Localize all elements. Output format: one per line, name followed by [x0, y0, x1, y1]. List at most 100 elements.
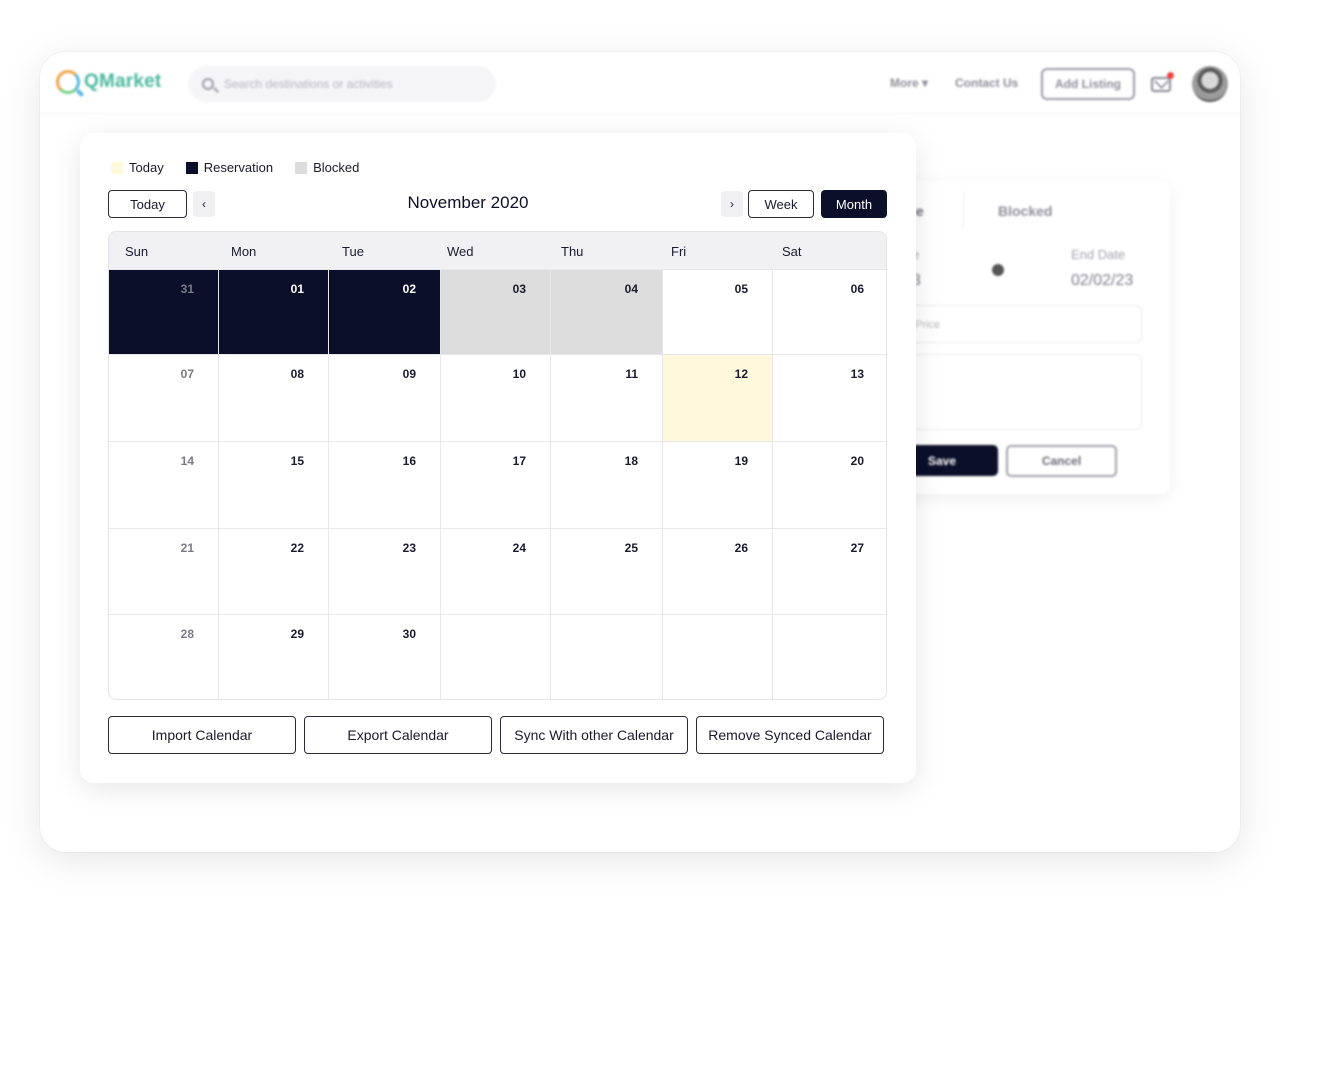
- weekday-mon: Mon: [231, 244, 257, 259]
- end-date-value[interactable]: 02/02/23: [1071, 272, 1133, 290]
- weekday-fri: Fri: [671, 244, 687, 259]
- search-bar[interactable]: Search destinations or activities: [188, 66, 496, 102]
- day-number: 27: [850, 541, 864, 555]
- legend-reservation-label: Reservation: [203, 160, 274, 175]
- today-button[interactable]: Today: [108, 190, 187, 218]
- calendar-day-cell[interactable]: 28: [109, 614, 219, 699]
- day-number: 09: [402, 367, 416, 381]
- calendar-day-cell[interactable]: 14: [109, 441, 219, 528]
- logo[interactable]: QMarket: [56, 70, 161, 94]
- weekday-sun: Sun: [125, 244, 149, 259]
- day-number: 20: [850, 454, 864, 468]
- search-input[interactable]: Search destinations or activities: [224, 77, 393, 91]
- day-number: 06: [850, 282, 864, 296]
- calendar-day-cell[interactable]: 26: [663, 528, 773, 614]
- day-number: 22: [290, 541, 304, 555]
- calendar-day-cell[interactable]: 20: [773, 441, 886, 528]
- search-icon: [202, 78, 214, 90]
- today-swatch: [111, 161, 123, 174]
- calendar-day-cell[interactable]: 01: [219, 269, 329, 354]
- calendar-day-cell[interactable]: 23: [329, 528, 441, 614]
- avatar[interactable]: [1192, 66, 1228, 102]
- save-button[interactable]: Save: [910, 445, 998, 476]
- legend-today-label: Today: [129, 160, 164, 175]
- weekday-thu: Thu: [561, 244, 584, 259]
- mail-icon[interactable]: [1151, 77, 1171, 92]
- next-month-button[interactable]: ›: [721, 191, 743, 217]
- nav-contact-us[interactable]: Contact Us: [955, 76, 1018, 90]
- add-listing-button[interactable]: Add Listing: [1041, 68, 1135, 100]
- month-view-button[interactable]: Month: [821, 190, 887, 218]
- calendar-day-cell[interactable]: 09: [329, 354, 441, 441]
- calendar-day-cell[interactable]: 15: [219, 441, 329, 528]
- calendar-day-cell[interactable]: 12: [663, 354, 773, 441]
- calendar-day-cell[interactable]: 19: [663, 441, 773, 528]
- weekday-wed: Wed: [447, 244, 474, 259]
- logo-text: QMarket: [84, 71, 162, 92]
- legend-today: Today: [111, 160, 164, 175]
- calendar-legend: Today Reservation Blocked: [111, 160, 381, 175]
- calendar-day-cell[interactable]: 18: [551, 441, 663, 528]
- notification-dot: [1167, 72, 1174, 79]
- calendar-day-cell[interactable]: 16: [329, 441, 441, 528]
- calendar-day-cell[interactable]: 05: [663, 269, 773, 354]
- calendar-grid: Sun Mon Tue Wed Thu Fri Sat 31 01 02 03 04 05 06 07 08…: [108, 231, 887, 700]
- day-number: 12: [734, 367, 748, 381]
- day-number: 05: [734, 282, 748, 296]
- day-number: 13: [850, 367, 864, 381]
- calendar-day-cell[interactable]: 10: [441, 354, 551, 441]
- calendar-day-cell[interactable]: 13: [773, 354, 886, 441]
- chevron-left-icon: ‹: [202, 197, 206, 211]
- calendar-day-cell[interactable]: 08: [219, 354, 329, 441]
- calendar-day-cell[interactable]: 07: [109, 354, 219, 441]
- day-number: 07: [180, 367, 194, 381]
- sync-calendar-button[interactable]: Sync With other Calendar: [500, 716, 688, 754]
- calendar-day-cell[interactable]: 03: [441, 269, 551, 354]
- day-number: 08: [290, 367, 304, 381]
- tab-blocked[interactable]: Blocked: [998, 203, 1052, 219]
- calendar-day-cell[interactable]: 11: [551, 354, 663, 441]
- export-calendar-button[interactable]: Export Calendar: [304, 716, 492, 754]
- prev-month-button[interactable]: ‹: [193, 191, 215, 217]
- calendar-day-cell[interactable]: 24: [441, 528, 551, 614]
- import-calendar-button[interactable]: Import Calendar: [108, 716, 296, 754]
- calendar-day-cell[interactable]: 02: [329, 269, 441, 354]
- day-number: 29: [290, 627, 304, 641]
- calendar-day-cell[interactable]: 31: [109, 269, 219, 354]
- tab-divider: [963, 192, 964, 228]
- day-number: 14: [180, 454, 194, 468]
- calendar-day-cell[interactable]: 22: [219, 528, 329, 614]
- logo-icon: [56, 70, 80, 94]
- day-number: 17: [512, 454, 526, 468]
- month-title: November 2020: [407, 193, 529, 212]
- calendar-empty-cell: [551, 614, 663, 699]
- calendar-day-cell[interactable]: 25: [551, 528, 663, 614]
- day-number: 25: [624, 541, 638, 555]
- day-number: 26: [734, 541, 748, 555]
- calendar-day-cell[interactable]: 21: [109, 528, 219, 614]
- calendar-card: Today Reservation Blocked Today ‹ Novemb…: [80, 133, 916, 783]
- day-number: 02: [402, 282, 416, 296]
- day-number: 19: [734, 454, 748, 468]
- price-input[interactable]: Price: [910, 305, 1142, 343]
- day-number: 21: [180, 541, 194, 555]
- remove-synced-calendar-button[interactable]: Remove Synced Calendar: [696, 716, 884, 754]
- day-number: 28: [180, 627, 194, 641]
- notes-textarea[interactable]: [910, 354, 1142, 430]
- day-number: 18: [624, 454, 638, 468]
- calendar-day-cell[interactable]: 06: [773, 269, 886, 354]
- day-number: 23: [402, 541, 416, 555]
- weekday-header: Sun Mon Tue Wed Thu Fri Sat: [109, 232, 886, 269]
- chevron-right-icon: ›: [730, 197, 734, 211]
- calendar-day-cell[interactable]: 27: [773, 528, 886, 614]
- nav-more-menu[interactable]: More ▾: [890, 76, 928, 90]
- app-header: QMarket Search destinations or activitie…: [40, 52, 1240, 114]
- weekday-sat: Sat: [782, 244, 802, 259]
- calendar-day-cell[interactable]: 29: [219, 614, 329, 699]
- week-view-button[interactable]: Week: [748, 190, 814, 218]
- day-number: 24: [512, 541, 526, 555]
- calendar-day-cell[interactable]: 30: [329, 614, 441, 699]
- calendar-day-cell[interactable]: 04: [551, 269, 663, 354]
- calendar-day-cell[interactable]: 17: [441, 441, 551, 528]
- cancel-button[interactable]: Cancel: [1006, 445, 1117, 477]
